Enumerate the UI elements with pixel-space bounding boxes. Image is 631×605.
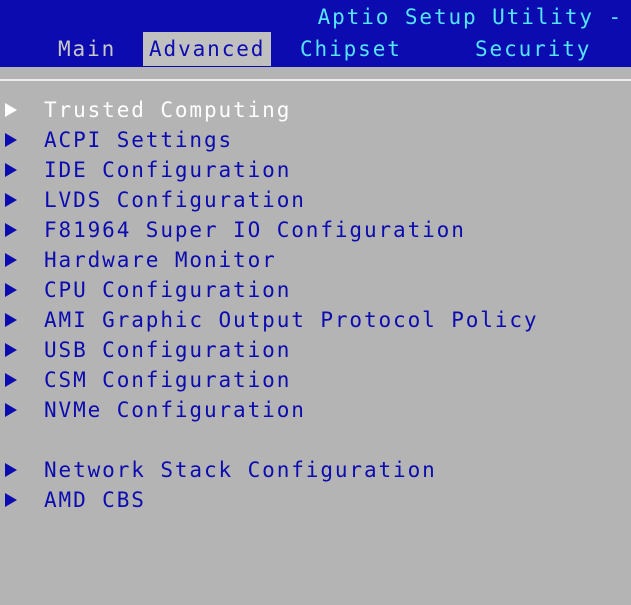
submenu-arrow-icon bbox=[5, 133, 17, 147]
tab-security[interactable]: Security bbox=[475, 32, 591, 66]
menu-item-label: AMD CBS bbox=[44, 488, 146, 512]
menu-item-network-stack-configuration[interactable]: Network Stack Configuration bbox=[0, 455, 631, 485]
menu-item-label: CPU Configuration bbox=[44, 278, 292, 302]
menu-item-label: AMI Graphic Output Protocol Policy bbox=[44, 308, 539, 332]
submenu-arrow-icon bbox=[5, 283, 17, 297]
menu-item-lvds-configuration[interactable]: LVDS Configuration bbox=[0, 185, 631, 215]
submenu-arrow-icon bbox=[5, 103, 17, 117]
submenu-arrow-icon bbox=[5, 223, 17, 237]
app-title: Aptio Setup Utility - bbox=[317, 5, 623, 29]
menu-item-gop-policy[interactable]: AMI Graphic Output Protocol Policy bbox=[0, 305, 631, 335]
submenu-arrow-icon bbox=[5, 163, 17, 177]
menu-item-acpi-settings[interactable]: ACPI Settings bbox=[0, 125, 631, 155]
submenu-arrow-icon bbox=[5, 403, 17, 417]
menu-item-cpu-configuration[interactable]: CPU Configuration bbox=[0, 275, 631, 305]
submenu-arrow-icon bbox=[5, 373, 17, 387]
menu-item-csm-configuration[interactable]: CSM Configuration bbox=[0, 365, 631, 395]
header-divider bbox=[0, 79, 631, 81]
menu-item-label: Network Stack Configuration bbox=[44, 458, 437, 482]
menu-item-usb-configuration[interactable]: USB Configuration bbox=[0, 335, 631, 365]
menu-item-amd-cbs[interactable]: AMD CBS bbox=[0, 485, 631, 515]
menu-item-ide-configuration[interactable]: IDE Configuration bbox=[0, 155, 631, 185]
menu-item-label: NVMe Configuration bbox=[44, 398, 306, 422]
tab-chipset[interactable]: Chipset bbox=[300, 32, 402, 66]
menu-item-super-io-configuration[interactable]: F81964 Super IO Configuration bbox=[0, 215, 631, 245]
menu-item-hardware-monitor[interactable]: Hardware Monitor bbox=[0, 245, 631, 275]
menu-item-label: F81964 Super IO Configuration bbox=[44, 218, 466, 242]
menu-item-label: Hardware Monitor bbox=[44, 248, 277, 272]
menu-item-label: Trusted Computing bbox=[44, 98, 292, 122]
submenu-arrow-icon bbox=[5, 463, 17, 477]
menu-item-label: LVDS Configuration bbox=[44, 188, 306, 212]
submenu-arrow-icon bbox=[5, 253, 17, 267]
menu-item-label: USB Configuration bbox=[44, 338, 292, 362]
menu-item-trusted-computing[interactable]: Trusted Computing bbox=[0, 95, 631, 125]
submenu-arrow-icon bbox=[5, 493, 17, 507]
tab-main[interactable]: Main bbox=[58, 32, 116, 66]
submenu-arrow-icon bbox=[5, 343, 17, 357]
menu-item-label: CSM Configuration bbox=[44, 368, 292, 392]
tab-advanced[interactable]: Advanced bbox=[143, 32, 272, 66]
submenu-arrow-icon bbox=[5, 313, 17, 327]
menu-item-nvme-configuration[interactable]: NVMe Configuration bbox=[0, 395, 631, 425]
menu-item-label: IDE Configuration bbox=[44, 158, 292, 182]
menu-item-label: ACPI Settings bbox=[44, 128, 234, 152]
submenu-arrow-icon bbox=[5, 193, 17, 207]
header-bar: Aptio Setup Utility - Main Advanced Chip… bbox=[0, 0, 631, 67]
